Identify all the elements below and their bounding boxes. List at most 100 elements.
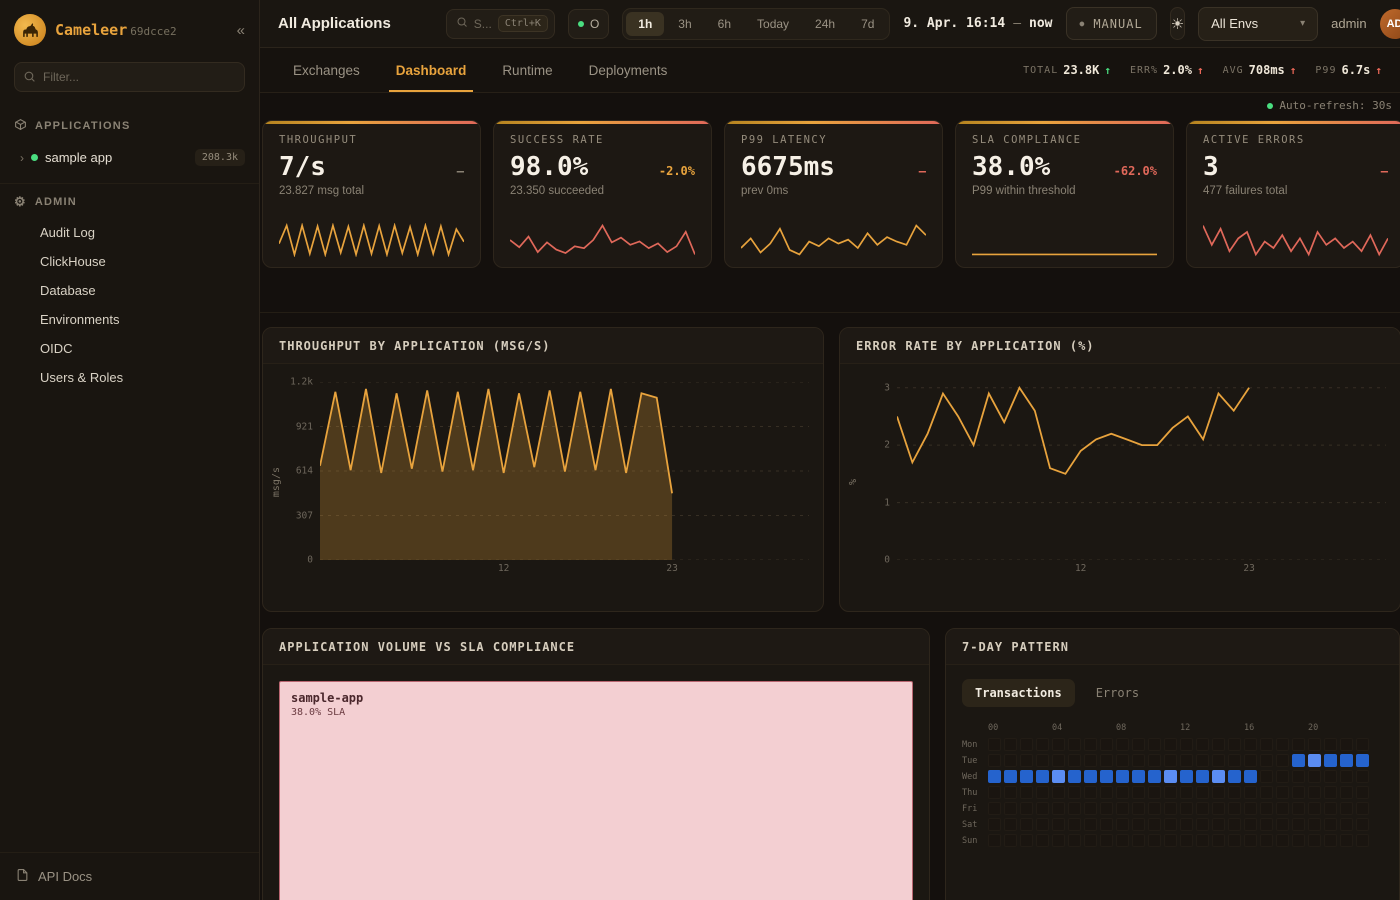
heatmap-cell[interactable] (1340, 754, 1353, 767)
heatmap-cell[interactable] (1324, 770, 1337, 783)
heatmap-cell[interactable] (1116, 818, 1129, 831)
time-range-24h[interactable]: 24h (803, 12, 847, 36)
heatmap-cell[interactable] (1244, 818, 1257, 831)
heatmap-cell[interactable] (1148, 770, 1161, 783)
heatmap-cell[interactable] (1132, 802, 1145, 815)
heatmap-cell[interactable] (1132, 786, 1145, 799)
heatmap-cell[interactable] (1308, 818, 1321, 831)
heatmap-cell[interactable] (1068, 770, 1081, 783)
heatmap-cell[interactable] (1036, 770, 1049, 783)
heatmap-cell[interactable] (988, 802, 1001, 815)
heatmap-cell[interactable] (1132, 834, 1145, 847)
heatmap-cell[interactable] (1196, 818, 1209, 831)
sidebar-item-clickhouse[interactable]: ClickHouse (0, 247, 259, 276)
heatmap-cell[interactable] (1164, 834, 1177, 847)
heatmap-cell[interactable] (1292, 802, 1305, 815)
heatmap-cell[interactable] (1228, 738, 1241, 751)
heatmap-cell[interactable] (1308, 770, 1321, 783)
heatmap-cell[interactable] (1100, 786, 1113, 799)
heatmap-cell[interactable] (1180, 802, 1193, 815)
heatmap-cell[interactable] (1212, 802, 1225, 815)
heatmap-cell[interactable] (1084, 802, 1097, 815)
heatmap-cell[interactable] (1020, 786, 1033, 799)
toggle-transactions[interactable]: Transactions (962, 679, 1075, 707)
heatmap-cell[interactable] (1052, 754, 1065, 767)
heatmap-cell[interactable] (1100, 770, 1113, 783)
heatmap-cell[interactable] (1196, 754, 1209, 767)
time-range-7d[interactable]: 7d (849, 12, 886, 36)
heatmap-cell[interactable] (1148, 738, 1161, 751)
heatmap-cell[interactable] (1164, 770, 1177, 783)
heatmap-cell[interactable] (1068, 786, 1081, 799)
heatmap-cell[interactable] (1036, 738, 1049, 751)
heatmap-cell[interactable] (1164, 738, 1177, 751)
tab-dashboard[interactable]: Dashboard (381, 48, 482, 92)
heatmap-cell[interactable] (1292, 834, 1305, 847)
heatmap-cell[interactable] (1324, 802, 1337, 815)
heatmap-cell[interactable] (1212, 738, 1225, 751)
heatmap-cell[interactable] (1340, 802, 1353, 815)
heatmap-cell[interactable] (1036, 802, 1049, 815)
heatmap-cell[interactable] (1356, 770, 1369, 783)
heatmap-cell[interactable] (1084, 834, 1097, 847)
heatmap-cell[interactable] (1004, 818, 1017, 831)
time-range-6h[interactable]: 6h (706, 12, 743, 36)
heatmap-cell[interactable] (1292, 738, 1305, 751)
heatmap-cell[interactable] (1212, 834, 1225, 847)
heatmap-cell[interactable] (988, 834, 1001, 847)
heatmap-cell[interactable] (1052, 738, 1065, 751)
heatmap-cell[interactable] (1276, 786, 1289, 799)
heatmap-cell[interactable] (1276, 770, 1289, 783)
heatmap-cell[interactable] (1100, 754, 1113, 767)
heatmap-cell[interactable] (1036, 834, 1049, 847)
heatmap-cell[interactable] (1260, 786, 1273, 799)
heatmap-cell[interactable] (1068, 802, 1081, 815)
heatmap-cell[interactable] (988, 786, 1001, 799)
heatmap-cell[interactable] (1004, 834, 1017, 847)
heatmap-cell[interactable] (1356, 834, 1369, 847)
heatmap-cell[interactable] (1020, 754, 1033, 767)
heatmap-cell[interactable] (1260, 818, 1273, 831)
heatmap-cell[interactable] (1100, 818, 1113, 831)
heatmap-cell[interactable] (1004, 802, 1017, 815)
heatmap-cell[interactable] (1244, 802, 1257, 815)
heatmap-cell[interactable] (1100, 802, 1113, 815)
api-docs-link[interactable]: API Docs (0, 852, 259, 900)
heatmap-cell[interactable] (1356, 818, 1369, 831)
heatmap-cell[interactable] (1132, 770, 1145, 783)
heatmap-cell[interactable] (1340, 818, 1353, 831)
heatmap-cell[interactable] (1052, 786, 1065, 799)
avatar[interactable]: AD (1380, 9, 1400, 39)
heatmap-cell[interactable] (1116, 834, 1129, 847)
heatmap-cell[interactable] (1308, 802, 1321, 815)
heatmap-cell[interactable] (1356, 802, 1369, 815)
heatmap-cell[interactable] (1084, 738, 1097, 751)
heatmap-cell[interactable] (1260, 738, 1273, 751)
heatmap-cell[interactable] (1260, 770, 1273, 783)
heatmap-cell[interactable] (1084, 754, 1097, 767)
heatmap-cell[interactable] (1324, 738, 1337, 751)
theme-toggle-button[interactable]: ☀ (1170, 7, 1185, 40)
heatmap-cell[interactable] (1276, 802, 1289, 815)
heatmap-cell[interactable] (1324, 834, 1337, 847)
heatmap-cell[interactable] (1340, 738, 1353, 751)
heatmap-cell[interactable] (1180, 770, 1193, 783)
heatmap-cell[interactable] (1180, 754, 1193, 767)
tab-runtime[interactable]: Runtime (487, 48, 567, 92)
heatmap-cell[interactable] (1084, 818, 1097, 831)
heatmap-cell[interactable] (1180, 818, 1193, 831)
heatmap-cell[interactable] (1228, 786, 1241, 799)
heatmap-cell[interactable] (1068, 754, 1081, 767)
heatmap-cell[interactable] (1324, 818, 1337, 831)
heatmap-cell[interactable] (1196, 834, 1209, 847)
heatmap-cell[interactable] (1084, 786, 1097, 799)
heatmap-cell[interactable] (1180, 738, 1193, 751)
heatmap-cell[interactable] (1004, 738, 1017, 751)
heatmap-cell[interactable] (988, 818, 1001, 831)
heatmap-cell[interactable] (1148, 818, 1161, 831)
online-status-pill[interactable]: O (568, 9, 609, 39)
global-search[interactable]: S... Ctrl+K (446, 9, 555, 39)
heatmap-cell[interactable] (1148, 754, 1161, 767)
heatmap-cell[interactable] (1116, 738, 1129, 751)
heatmap-cell[interactable] (1164, 818, 1177, 831)
